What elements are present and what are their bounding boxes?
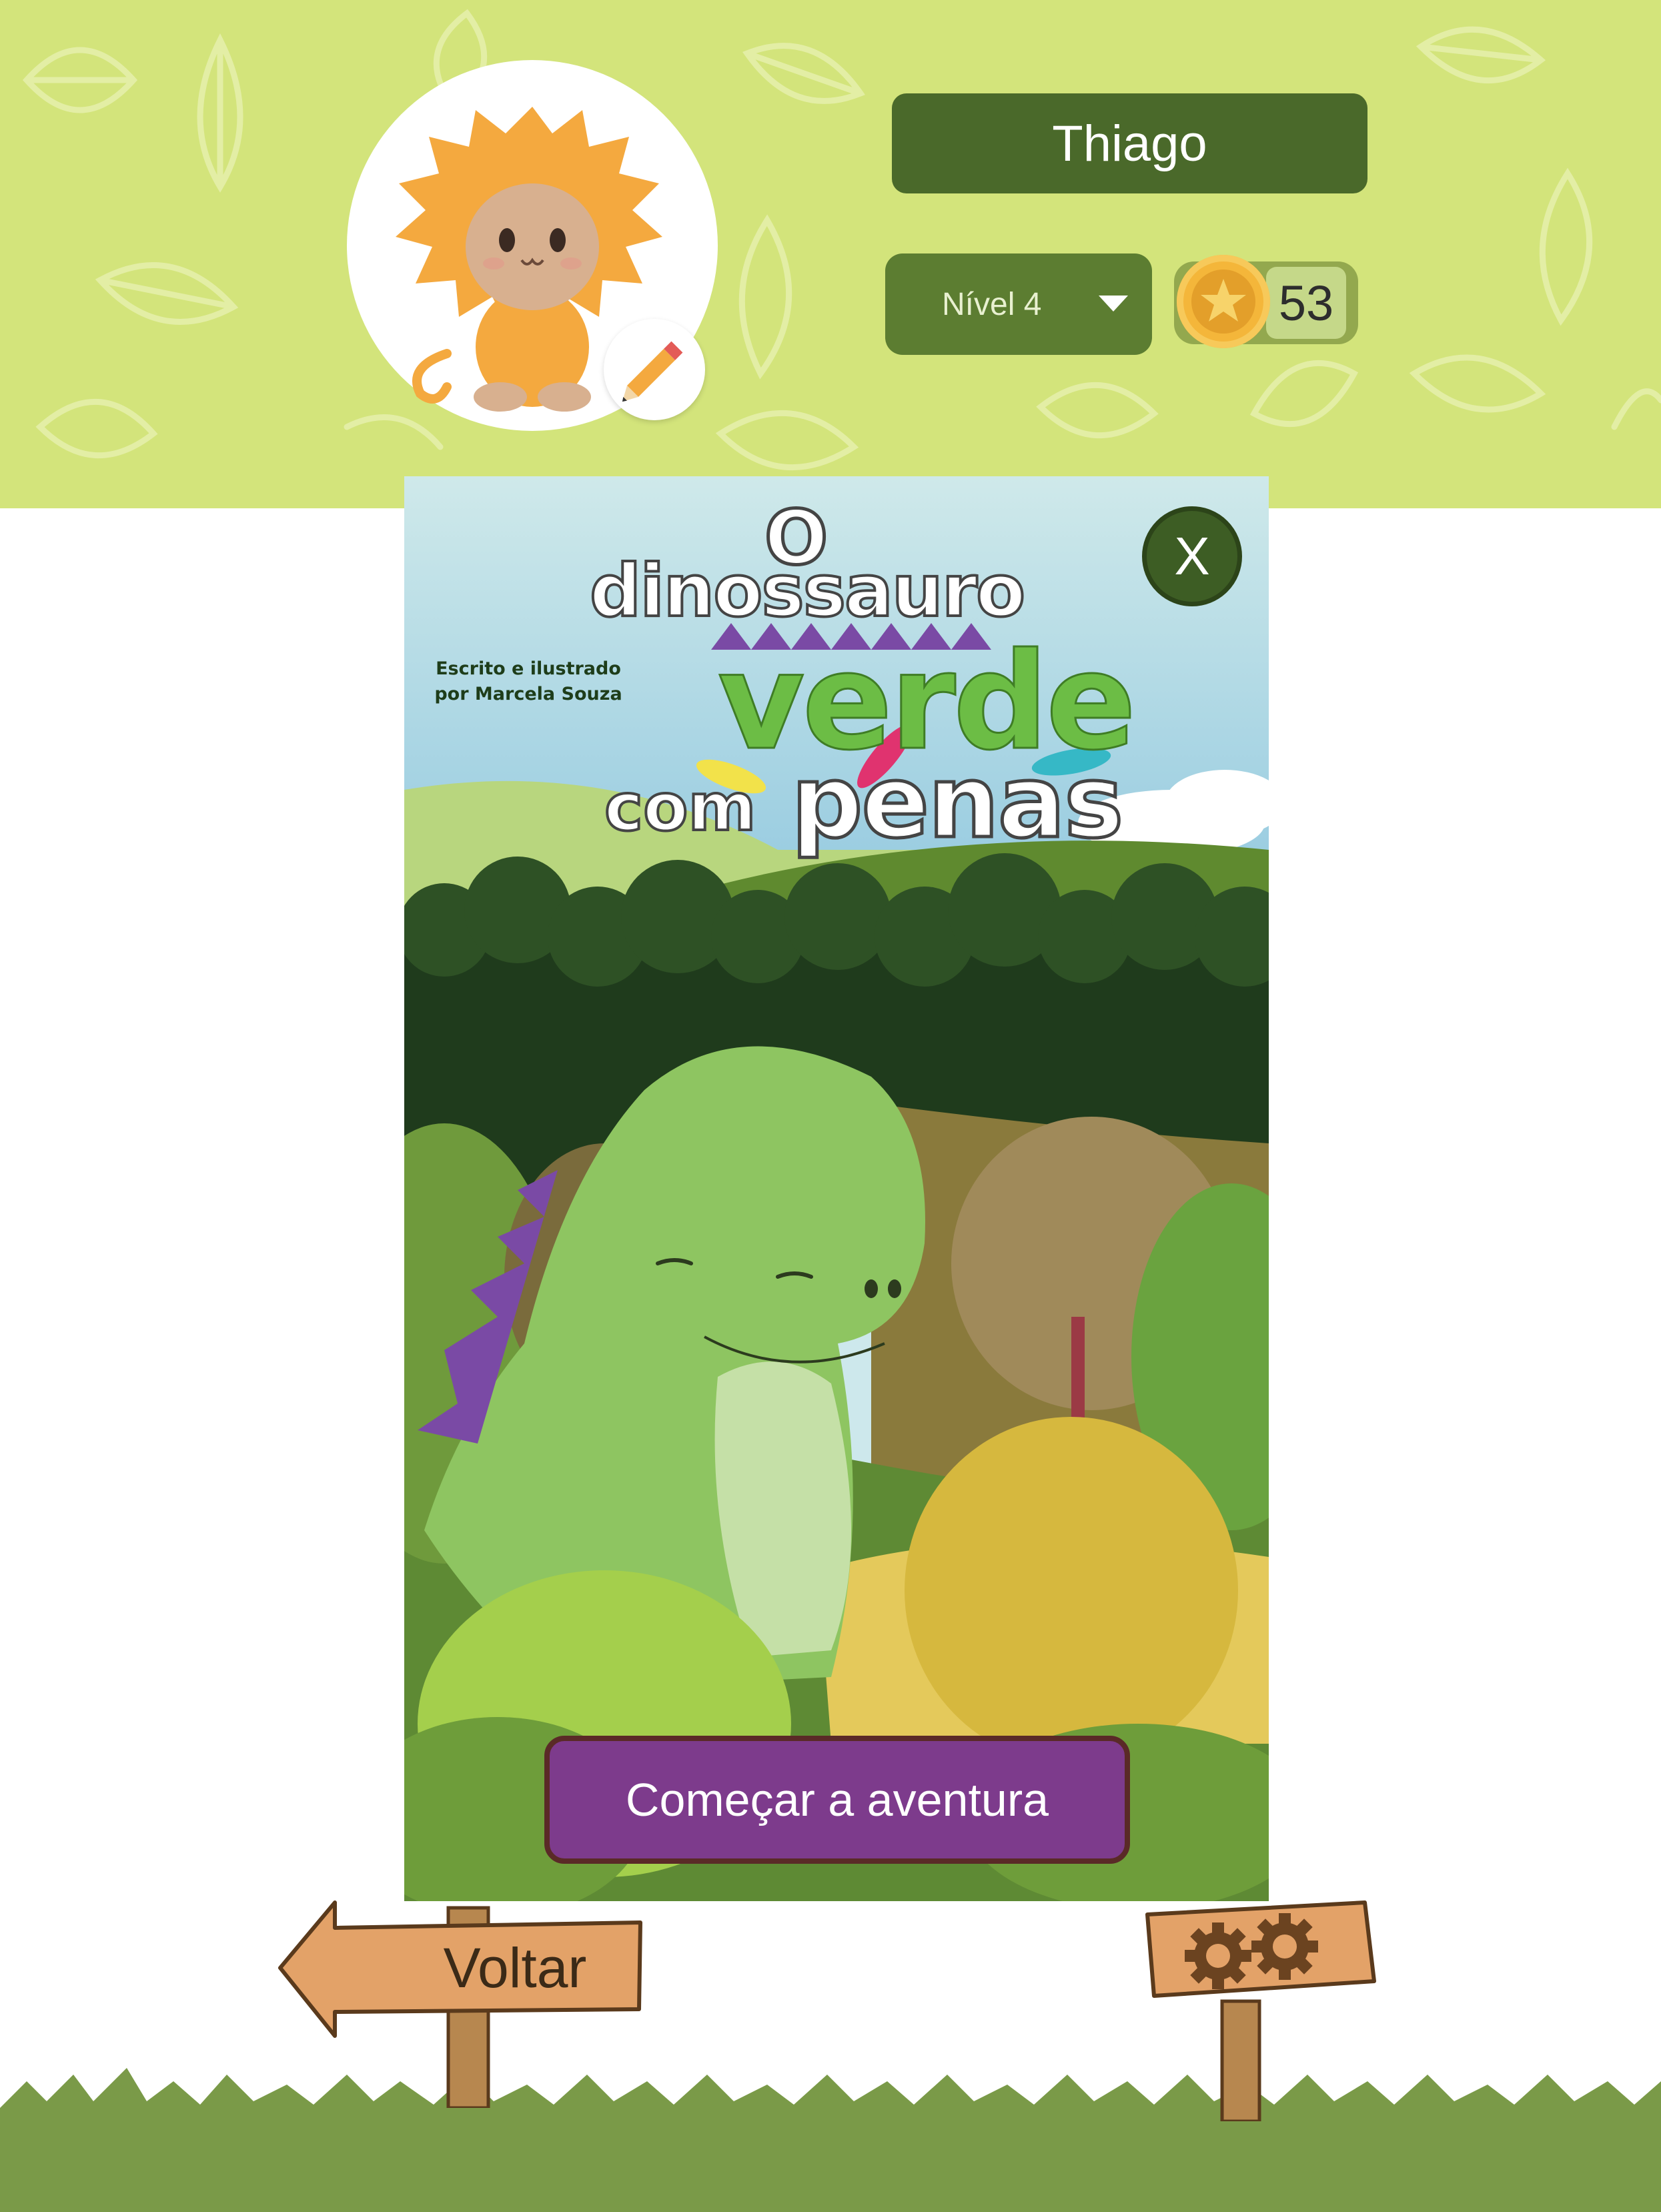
coin-count: 53 (1266, 267, 1346, 339)
grass-ground (0, 2068, 1661, 2212)
back-button[interactable]: Voltar (273, 1894, 647, 2108)
author-line-1: Escrito e ilustrado (436, 658, 621, 679)
chevron-down-icon (1099, 296, 1128, 312)
back-label: Voltar (443, 1936, 587, 1999)
star-coin-icon (1177, 255, 1270, 348)
book-title-line-4b: penas (789, 743, 1125, 863)
leaf-pattern-background (22, 9, 1661, 471)
book-cover: Escrito e ilustrado por Marcela Souza O … (404, 476, 1269, 1901)
edit-avatar-button[interactable] (604, 319, 705, 420)
wooden-sign (1145, 1900, 1376, 2123)
level-selected-value: Nível 4 (942, 286, 1042, 322)
pencil-icon (622, 341, 683, 402)
author-credit: Escrito e ilustrado por Marcela Souza (428, 656, 628, 707)
book-title-line-4a: com (603, 768, 758, 847)
level-select[interactable]: Nível 4 (885, 253, 1152, 355)
book-title-line-2: dinossauro (588, 548, 1027, 634)
profile-header: Thiago Nível 4 53 (0, 0, 1661, 508)
author-line-2: por Marcela Souza (434, 684, 622, 704)
close-button[interactable]: X (1142, 506, 1242, 606)
start-adventure-button[interactable]: Começar a aventura (544, 1736, 1130, 1864)
player-name: Thiago (892, 93, 1367, 193)
settings-button[interactable] (1139, 1894, 1379, 2123)
